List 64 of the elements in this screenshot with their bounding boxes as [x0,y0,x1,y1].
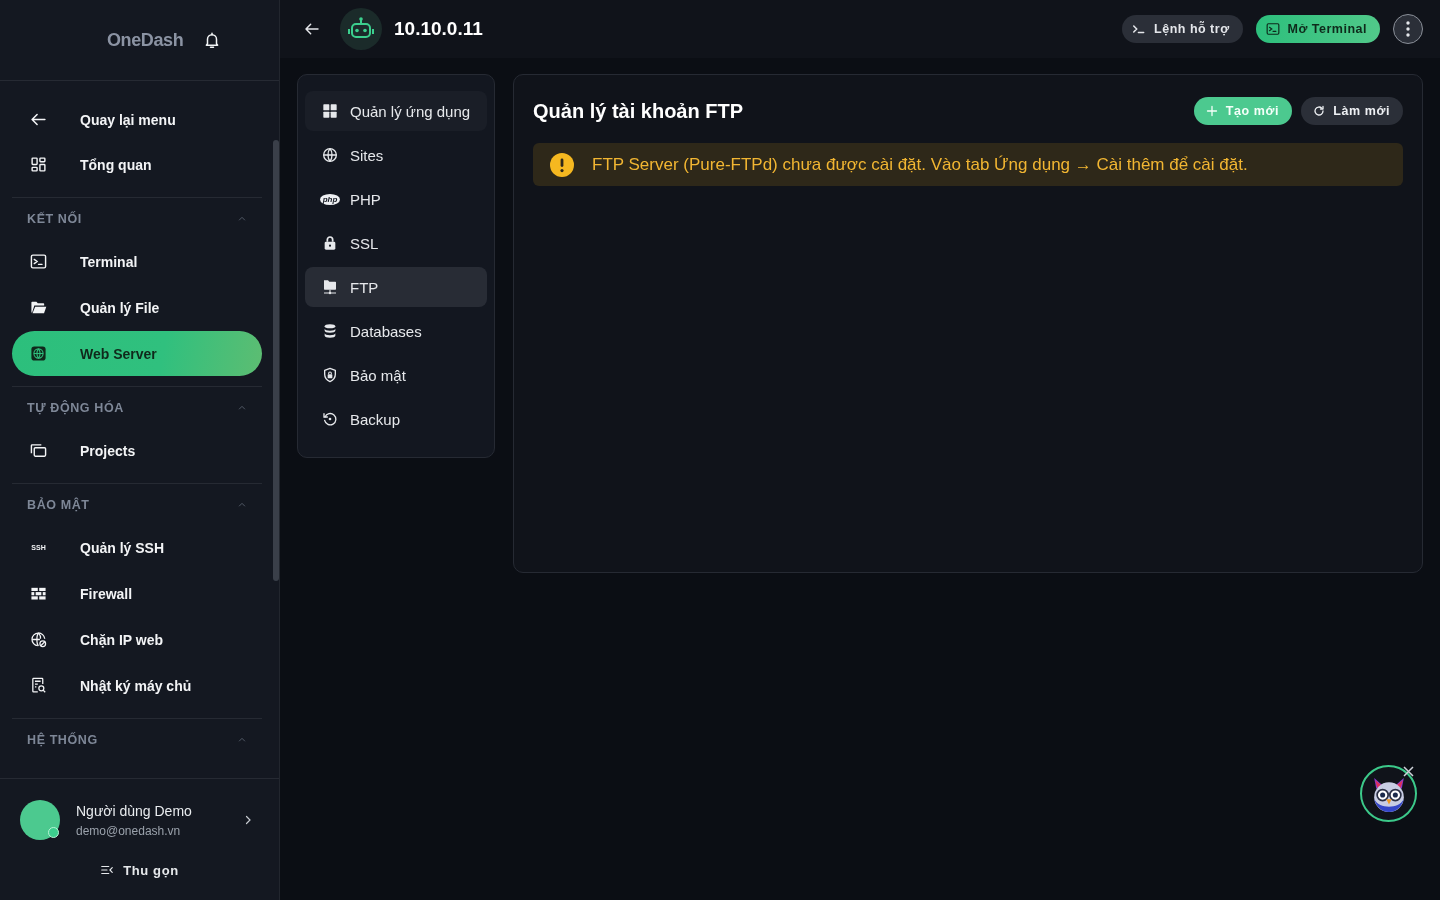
database-icon [322,323,338,339]
sidebar-item[interactable]: Quản lý File [12,285,262,330]
close-icon [1403,766,1414,777]
terminal-icon [1265,22,1280,36]
globe-icon [30,345,47,362]
sidebar-item[interactable]: Terminal [12,239,262,284]
terminal-icon [30,253,47,270]
server-title: 10.10.0.11 [394,18,483,40]
app-menu-item[interactable]: Sites [305,135,487,175]
plus-icon [1205,105,1218,117]
prompt-icon [1132,22,1147,36]
section-header[interactable]: KẾT NỐI [12,198,262,239]
sidebar-item[interactable]: Nhật ký máy chủ [12,663,262,708]
collapse-button[interactable]: Thu gọn [94,850,185,890]
user-name: Người dùng Demo [76,802,193,819]
section-header[interactable]: HỆ THỐNG [12,719,262,760]
globe-blocked-icon [30,631,47,648]
sidebar-item[interactable]: Tổng quan [12,142,262,187]
robot-icon [340,8,382,50]
folder-icon [30,299,47,316]
sidebar-item[interactable]: Quay lại menu [12,97,262,142]
brick-wall-icon [30,585,47,602]
php-logo: php [320,193,340,205]
globe-icon [322,147,338,163]
close-button[interactable] [1403,766,1414,777]
assistant-button[interactable] [1360,765,1417,822]
grid-icon [322,103,338,119]
refresh-button[interactable]: Làm mới [1301,97,1403,125]
scrollbar-thumb[interactable] [273,140,279,581]
refresh-icon [1313,105,1326,117]
back-arrow-icon [30,111,47,128]
collapse-icon [100,863,115,877]
section-header[interactable]: TỰ ĐỘNG HÓA [12,387,262,428]
more-button[interactable] [1393,14,1423,44]
commands-button[interactable]: Lệnh hỗ trợ [1122,15,1243,43]
app-menu-item[interactable]: FTP [305,267,487,307]
restore-icon [322,411,338,427]
warning-icon [550,152,574,177]
lock-icon [322,235,338,251]
windows-icon [30,442,47,459]
user-email: demo@onedash.vn [76,823,182,838]
user-menu-button[interactable]: Người dùng Demo demo@onedash.vn [0,790,279,850]
app-menu-item[interactable]: SSL [305,223,487,263]
app-menu-item[interactable]: Databases [305,311,487,351]
open-terminal-button[interactable]: Mở Terminal [1255,15,1380,43]
sidebar-item[interactable]: Chặn IP web [12,617,262,662]
folder-network-icon [322,279,338,295]
app-logo: OneDash [107,29,184,51]
shield-lock-icon [322,367,338,383]
sidebar-item[interactable]: Firewall [12,571,262,616]
alert-message: FTP Server (Pure-FTPd) chưa được cài đặt. Vào tab Ứng dụng → Cài thêm để cài đặt. [592,154,1248,175]
section-header[interactable]: BẢO MẬT [12,484,262,525]
panel-title: Quản lý tài khoản FTP [533,99,744,123]
app-menu-item[interactable]: php PHP [305,179,487,219]
sidebar-item[interactable]: Web Server [12,331,262,376]
app-menu-item[interactable]: Quản lý ứng dụng [305,91,487,131]
back-button[interactable] [304,21,320,37]
three-dots-icon [1406,21,1410,37]
document-search-icon [30,677,47,694]
back-arrow-icon [304,21,320,37]
app-menu-item[interactable]: Backup [305,399,487,439]
sidebar-item[interactable]: Projects [12,428,262,473]
dashboard-icon [30,156,47,173]
app-menu-item[interactable]: Bảo mật [305,355,487,395]
